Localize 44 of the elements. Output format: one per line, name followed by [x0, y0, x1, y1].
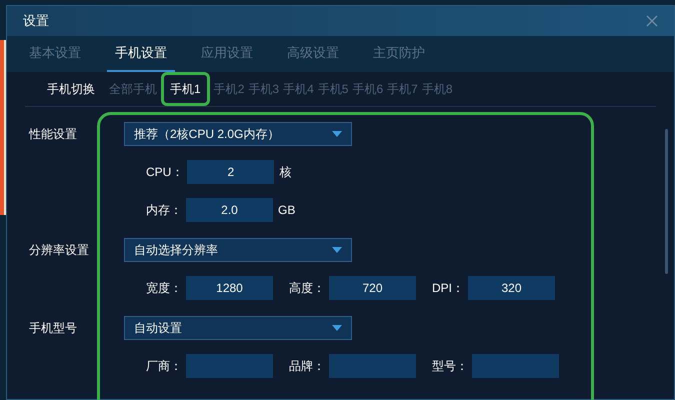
- input-field[interactable]: 720: [329, 276, 416, 300]
- input-field[interactable]: 2: [187, 160, 274, 184]
- close-icon[interactable]: [646, 15, 658, 27]
- phone-tab[interactable]: 手机8: [420, 80, 454, 98]
- input-field[interactable]: [472, 354, 559, 378]
- section-label: 手机型号: [28, 320, 78, 337]
- caret-icon: [332, 247, 342, 253]
- settings-tab[interactable]: 手机设置: [107, 36, 175, 72]
- phone-tab[interactable]: 全部手机: [107, 80, 159, 98]
- caret-icon: [332, 325, 342, 331]
- field-label: 高度：: [289, 280, 325, 297]
- settings-tab[interactable]: 基本设置: [21, 36, 89, 72]
- field-label: 品牌：: [289, 358, 325, 375]
- dropdown[interactable]: 推荐（2核CPU 2.0G内存）: [124, 122, 352, 146]
- dropdown[interactable]: 自动设置: [124, 316, 352, 340]
- field-label: 型号：: [432, 358, 468, 375]
- field-label: 厂商：: [146, 358, 182, 375]
- settings-tab[interactable]: 主页防护: [365, 36, 433, 72]
- phone-tab[interactable]: 手机2: [212, 80, 246, 98]
- phone-tab[interactable]: 手机3: [246, 80, 282, 98]
- settings-tab[interactable]: 高级设置: [279, 36, 347, 72]
- window-title: 设置: [23, 12, 49, 30]
- phone-tab[interactable]: 手机4: [281, 80, 316, 98]
- unit-label: GB: [278, 202, 296, 219]
- section-label: 分辨率设置: [28, 242, 90, 259]
- field-label: 内存：: [146, 202, 182, 219]
- phone-switch-label: 手机切换: [47, 81, 95, 98]
- section-label: 性能设置: [28, 126, 78, 143]
- input-field[interactable]: 1280: [186, 276, 273, 300]
- field-label: DPI：: [432, 280, 464, 297]
- input-field[interactable]: 320: [468, 276, 556, 300]
- settings-tab[interactable]: 应用设置: [193, 36, 261, 72]
- unit-label: 核: [279, 164, 292, 181]
- input-field[interactable]: [186, 354, 273, 378]
- phone-tab[interactable]: 手机1: [161, 72, 210, 106]
- caret-icon: [332, 131, 342, 137]
- input-field[interactable]: 2.0: [186, 198, 273, 222]
- input-field[interactable]: [329, 354, 416, 378]
- phone-tab[interactable]: 手机5: [316, 80, 350, 98]
- dropdown[interactable]: 自动选择分辨率: [124, 238, 352, 262]
- phone-tab[interactable]: 手机7: [385, 80, 420, 98]
- field-label: CPU：: [146, 164, 184, 181]
- phone-tab[interactable]: 手机6: [350, 80, 386, 98]
- field-label: 宽度：: [146, 280, 182, 297]
